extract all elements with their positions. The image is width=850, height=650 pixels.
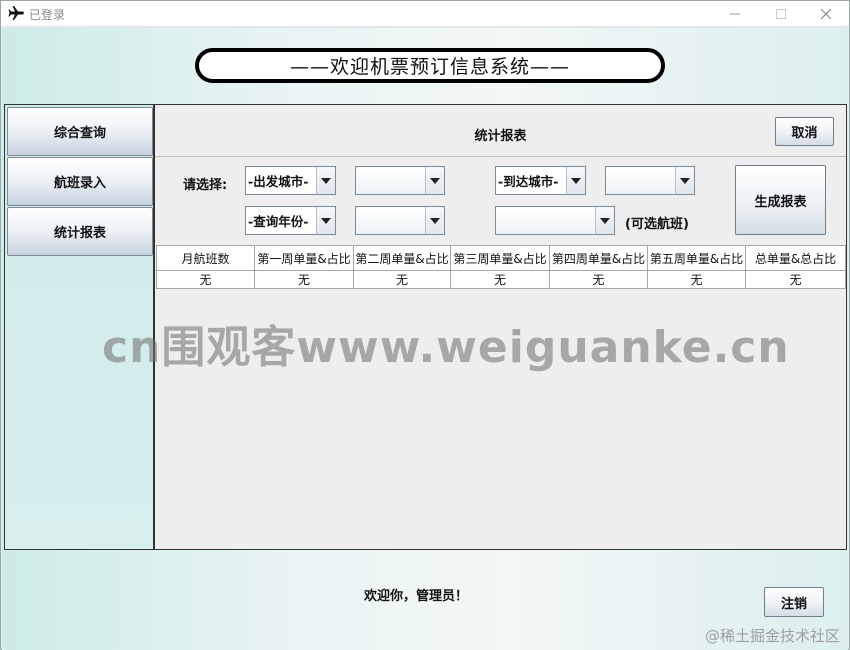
optional-flight-label: (可选航班) bbox=[625, 217, 689, 232]
chevron-down-icon bbox=[425, 167, 444, 194]
query-year-value: -查询年份- bbox=[248, 214, 309, 229]
close-icon bbox=[820, 8, 832, 20]
close-button[interactable] bbox=[803, 1, 849, 27]
table-cell[interactable]: 无 bbox=[745, 270, 846, 289]
chevron-down-icon bbox=[316, 207, 335, 234]
departure-city-select[interactable]: -出发城市- bbox=[245, 166, 336, 195]
airplane-icon bbox=[8, 5, 24, 21]
table-cell[interactable]: 无 bbox=[353, 270, 451, 289]
select-label: 请选择: bbox=[183, 178, 228, 193]
report-panel: 统计报表 取消 请选择: -出发城市- -到达城市- -查询年份- (可选航班)… bbox=[154, 104, 847, 550]
window-title: 已登录 bbox=[29, 8, 66, 22]
year-value-select[interactable] bbox=[355, 206, 445, 235]
table-cell[interactable]: 无 bbox=[450, 270, 550, 289]
column-header[interactable]: 第二周单量&占比 bbox=[353, 245, 451, 271]
sidebar-item-general-query[interactable]: 综合查询 bbox=[7, 107, 153, 156]
sidebar-item-statistics-report[interactable]: 统计报表 bbox=[7, 207, 153, 256]
table-cell[interactable]: 无 bbox=[156, 270, 255, 289]
chevron-down-icon bbox=[566, 167, 585, 194]
arrival-city-select[interactable]: -到达城市- bbox=[495, 166, 586, 195]
minimize-icon bbox=[730, 13, 740, 15]
arrival-airport-select[interactable] bbox=[605, 166, 695, 195]
corner-watermark: @稀土掘金技术社区 bbox=[704, 627, 840, 645]
table-header-row: 月航班数 第一周单量&占比 第二周单量&占比 第三周单量&占比 第四周单量&占比… bbox=[156, 245, 846, 271]
welcome-text: 欢迎你，管理员！ bbox=[364, 589, 469, 604]
departure-city-value: -出发城市- bbox=[248, 174, 309, 189]
chevron-down-icon bbox=[425, 207, 444, 234]
divider bbox=[155, 156, 846, 157]
panel-title: 统计报表 bbox=[474, 129, 527, 144]
chevron-down-icon bbox=[675, 167, 694, 194]
minimize-button[interactable] bbox=[712, 1, 758, 27]
column-header[interactable]: 总单量&总占比 bbox=[745, 245, 846, 271]
logout-button[interactable]: 注销 bbox=[764, 587, 824, 617]
maximize-button[interactable] bbox=[758, 1, 804, 27]
maximize-icon bbox=[776, 9, 786, 19]
table-cell[interactable]: 无 bbox=[254, 270, 354, 289]
column-header[interactable]: 月航班数 bbox=[156, 245, 255, 271]
column-header[interactable]: 第一周单量&占比 bbox=[254, 245, 354, 271]
column-header[interactable]: 第三周单量&占比 bbox=[450, 245, 550, 271]
cancel-button[interactable]: 取消 bbox=[775, 117, 834, 146]
flight-select[interactable] bbox=[495, 206, 615, 235]
query-year-select[interactable]: -查询年份- bbox=[245, 206, 336, 235]
departure-airport-select[interactable] bbox=[355, 166, 445, 195]
arrival-city-value: -到达城市- bbox=[498, 174, 559, 189]
chevron-down-icon bbox=[316, 167, 335, 194]
chevron-down-icon bbox=[595, 207, 614, 234]
column-header[interactable]: 第四周单量&占比 bbox=[549, 245, 648, 271]
generate-report-button[interactable]: 生成报表 bbox=[735, 165, 826, 235]
welcome-banner: ——欢迎机票预订信息系统—— bbox=[195, 48, 665, 83]
table-cell[interactable]: 无 bbox=[647, 270, 746, 289]
column-header[interactable]: 第五周单量&占比 bbox=[647, 245, 746, 271]
app-window: 已登录 ——欢迎机票预订信息系统—— 综合查询 航班录入 统计报表 统计报表 取… bbox=[0, 0, 850, 650]
title-bar: 已登录 bbox=[1, 1, 849, 27]
sidebar-item-flight-entry[interactable]: 航班录入 bbox=[7, 157, 153, 206]
report-table: 月航班数 第一周单量&占比 第二周单量&占比 第三周单量&占比 第四周单量&占比… bbox=[156, 245, 846, 289]
app-body: ——欢迎机票预订信息系统—— 综合查询 航班录入 统计报表 统计报表 取消 请选… bbox=[2, 28, 848, 650]
table-row[interactable]: 无 无 无 无 无 无 无 bbox=[156, 270, 846, 289]
table-cell[interactable]: 无 bbox=[549, 270, 648, 289]
sidebar: 综合查询 航班录入 统计报表 bbox=[4, 104, 154, 550]
